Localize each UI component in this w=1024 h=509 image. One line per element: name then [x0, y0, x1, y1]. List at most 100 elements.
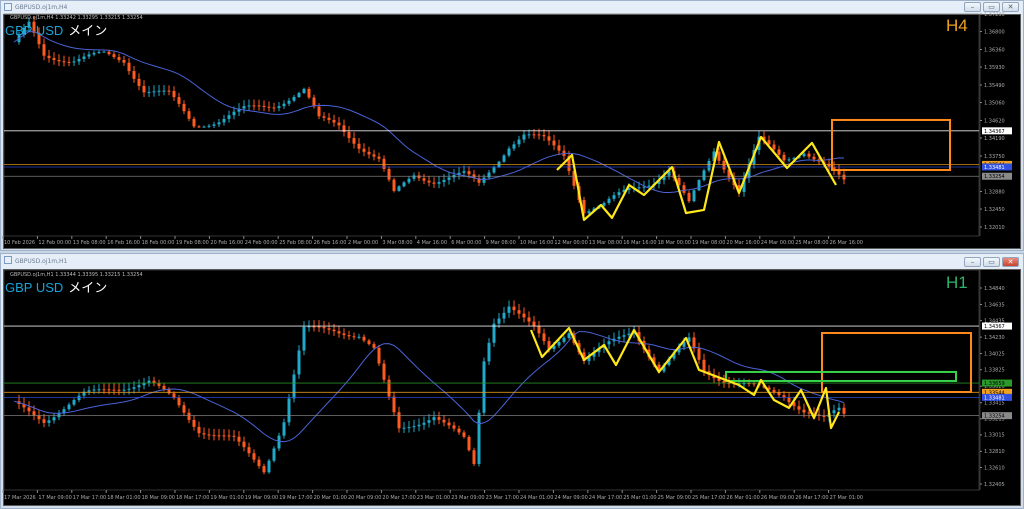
candle-body [117, 389, 121, 391]
x-tick-label: 4 Mar 16:00 [417, 240, 447, 246]
candle-body [122, 59, 126, 63]
candle-body [627, 333, 631, 336]
candle [77, 54, 81, 65]
candle [172, 86, 176, 101]
candle-body [367, 151, 371, 155]
candle-body [542, 135, 546, 137]
candle [87, 51, 91, 59]
candle-body [482, 177, 486, 183]
candle-body [72, 61, 76, 63]
y-tick-label: 1.34190 [984, 136, 1005, 142]
candle [427, 175, 431, 187]
candle [217, 429, 221, 441]
candle [137, 379, 141, 392]
candle [132, 66, 136, 83]
candle-body [352, 138, 356, 144]
x-tick-label: 20 Mar 09:00 [348, 495, 381, 501]
candle [327, 113, 331, 124]
x-tick-label: 19 Mar 17:00 [279, 495, 312, 501]
candle-body [47, 55, 51, 59]
main-label: メイン [68, 280, 108, 295]
candle-body [307, 88, 311, 98]
candle [437, 176, 441, 189]
candle [422, 173, 426, 185]
candle [112, 51, 116, 60]
candle [37, 409, 41, 424]
candle [362, 143, 366, 157]
candle-body [587, 211, 591, 214]
candle-body [472, 450, 476, 464]
candle-body [222, 118, 226, 123]
x-tick-label: 26 Mar 01:00 [726, 495, 759, 501]
candle [47, 49, 51, 63]
candle-body [427, 420, 431, 423]
candle-body [417, 175, 421, 179]
candle [92, 50, 96, 57]
candle [197, 421, 201, 438]
candle-body [167, 389, 171, 394]
candle [452, 169, 456, 183]
candle-body [347, 335, 351, 337]
candle-body [777, 392, 781, 396]
candle-body [242, 441, 246, 448]
candle [322, 112, 326, 122]
candle-body [72, 400, 76, 405]
candle-body [47, 420, 51, 423]
candle-body [262, 466, 266, 473]
candle-body [182, 103, 186, 112]
candle [292, 94, 296, 103]
candle [82, 388, 86, 399]
candle [432, 411, 436, 425]
zigzag-trendline [556, 135, 837, 221]
candle-body [787, 397, 791, 403]
x-tick-label: 25 Feb 08:00 [279, 240, 312, 246]
main-label: メイン [68, 23, 108, 38]
candle-body [517, 310, 521, 314]
candle-body [522, 313, 526, 318]
candle-body [522, 134, 526, 140]
y-tick-label: 1.34635 [984, 302, 1005, 308]
candle-body [397, 186, 401, 191]
candle [257, 99, 261, 111]
candle-body [547, 136, 551, 141]
candle [332, 114, 336, 127]
x-tick-label: 18 Mar 09:00 [142, 495, 175, 501]
candle-body [602, 202, 606, 206]
candle [407, 176, 411, 185]
candle [422, 416, 426, 430]
candle [512, 300, 516, 316]
candle-body [832, 410, 836, 414]
candle-body [447, 177, 451, 180]
candle [412, 419, 416, 433]
candle-body [42, 44, 46, 56]
candle-body [312, 326, 316, 328]
candle [157, 379, 161, 389]
candle-body [127, 388, 131, 390]
candle-body [452, 425, 456, 429]
candle [402, 180, 406, 188]
candle-body [202, 433, 206, 435]
candle-body [422, 178, 426, 181]
candle [517, 303, 521, 319]
candle [267, 101, 271, 112]
y-tick-label: 1.33750 [984, 154, 1005, 160]
candle [442, 414, 446, 427]
candle [357, 333, 361, 340]
candle [467, 435, 471, 452]
x-tick-label: 20 Mar 01:00 [314, 495, 347, 501]
candle [397, 406, 401, 433]
candle-body [707, 160, 711, 171]
candle-body [82, 56, 86, 59]
y-tick-label: 1.35060 [984, 100, 1005, 106]
candle-body [637, 187, 641, 189]
candle-body [427, 180, 431, 183]
candle [272, 446, 276, 463]
target-zone-rectangle [831, 118, 951, 171]
candle-body [357, 143, 361, 149]
candle-body [232, 435, 236, 437]
candle [697, 342, 701, 365]
candle [42, 38, 46, 61]
candle [232, 429, 236, 442]
candle [297, 91, 301, 98]
candle-body [382, 363, 386, 380]
